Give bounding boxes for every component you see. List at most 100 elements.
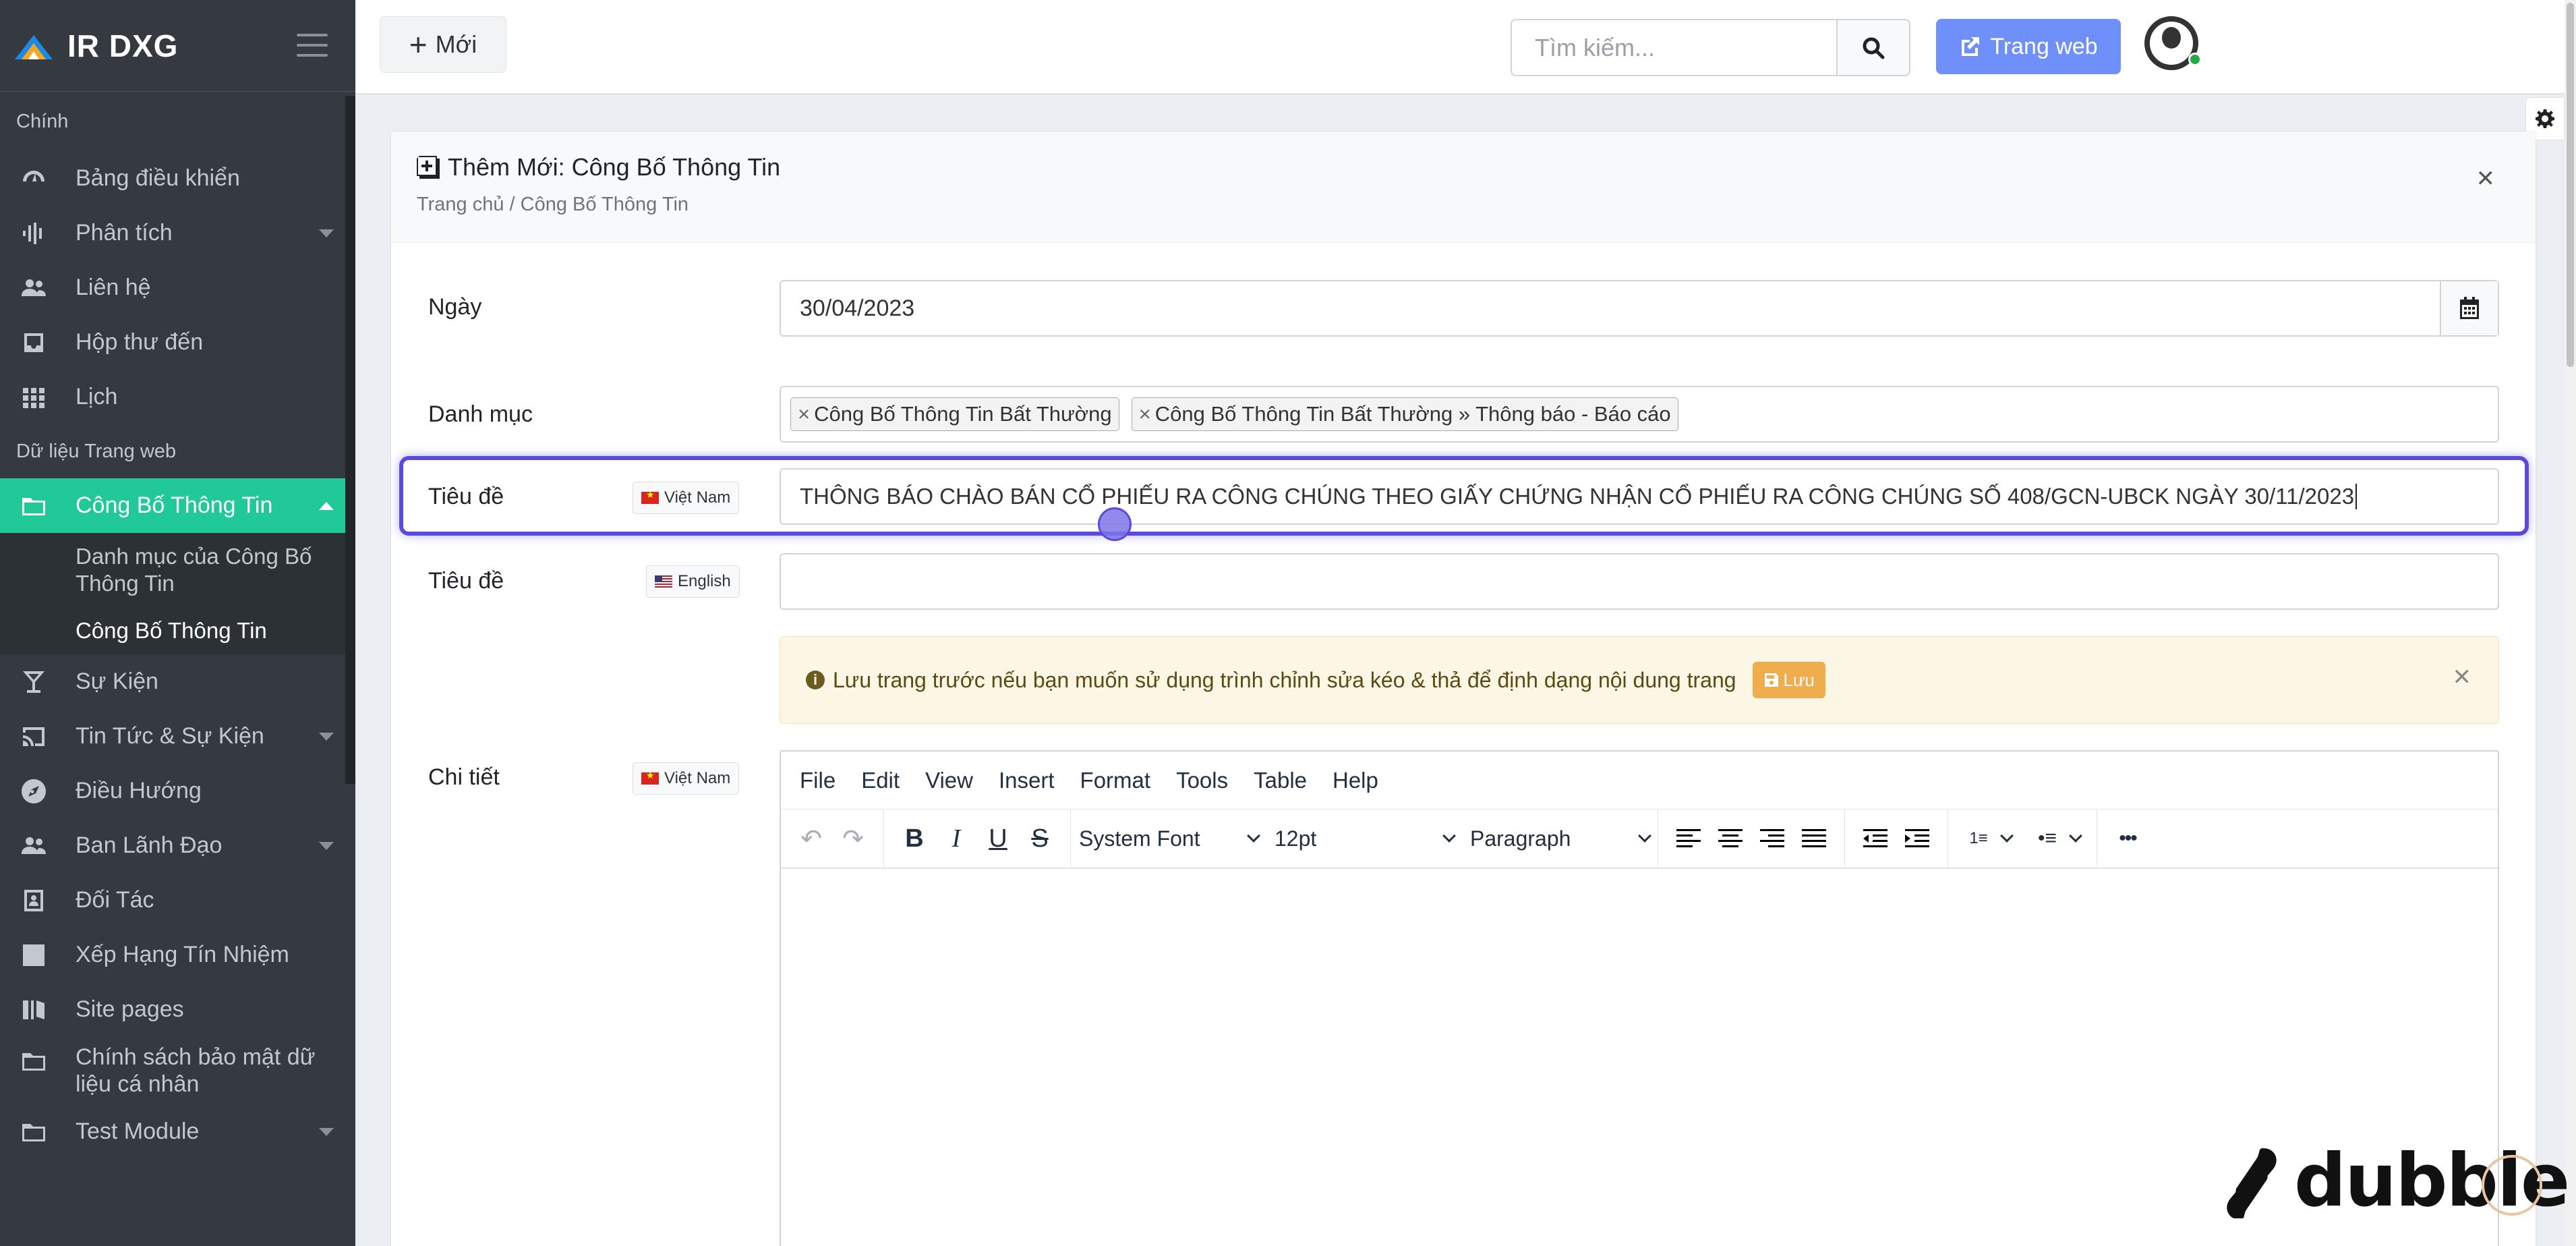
- menu-file[interactable]: File: [800, 768, 836, 793]
- waveform-icon: [19, 219, 49, 248]
- sidebar-item-partners[interactable]: Đối Tác: [0, 873, 355, 928]
- nav-header-main: Chính: [16, 110, 69, 132]
- sidebar-scrollbar[interactable]: [345, 96, 355, 784]
- sidebar-item-label: Lịch: [76, 384, 118, 409]
- title-en-input[interactable]: [780, 553, 2499, 610]
- editor-toolbar: ↶ ↷ B I U S System Font 12pt Paragraph 1…: [781, 809, 2498, 869]
- redo-icon[interactable]: ↷: [832, 818, 874, 859]
- remove-tag-icon[interactable]: ×: [798, 402, 810, 426]
- outdent-icon[interactable]: [1854, 818, 1896, 859]
- sidebar: IR DXG Chính Bảng điều khiển Phân tích L…: [0, 0, 355, 1246]
- category-select[interactable]: × Công Bố Thông Tin Bất Thường × Công Bố T…: [780, 386, 2499, 443]
- menu-help[interactable]: Help: [1333, 768, 1378, 793]
- plus-icon: +: [409, 27, 428, 62]
- sidebar-item-contacts[interactable]: Liên hệ: [0, 260, 355, 315]
- numbered-list-icon[interactable]: 1≡: [1958, 818, 1999, 859]
- title-vi-input[interactable]: THÔNG BÁO CHÀO BÁN CỔ PHIẾU RA CÔNG CHÚN…: [780, 468, 2499, 525]
- sidebar-item-analytics[interactable]: Phân tích: [0, 206, 355, 260]
- nav-header-web: Dữ liệu Trang web: [16, 440, 177, 462]
- users-icon: [19, 273, 49, 303]
- close-icon[interactable]: ✕: [2476, 165, 2496, 192]
- font-family-select[interactable]: System Font: [1071, 826, 1266, 851]
- category-tag[interactable]: × Công Bố Thông Tin Bất Thường » Thông bá…: [1131, 397, 1678, 431]
- sidebar-item-ratings[interactable]: Xếp Hạng Tín Nhiệm: [0, 928, 355, 982]
- sidebar-item-inbox[interactable]: Hộp thư đến: [0, 315, 355, 370]
- pointer-cursor: [1098, 507, 1132, 541]
- align-justify-icon[interactable]: [1793, 818, 1835, 859]
- inbox-icon: [19, 328, 49, 358]
- align-right-icon[interactable]: [1751, 818, 1793, 859]
- search-button[interactable]: [1836, 19, 1910, 76]
- sidebar-item-label: Xếp Hạng Tín Nhiệm: [76, 942, 289, 967]
- folder-icon: [19, 1117, 49, 1147]
- sidebar-item-events[interactable]: Sự Kiện: [0, 654, 355, 709]
- floppy-icon: [1764, 673, 1778, 687]
- brand-name: IR DXG: [67, 28, 179, 63]
- card-header: Thêm Mới: Công Bố Thông Tin Trang chủ / …: [391, 132, 2536, 243]
- undo-icon[interactable]: ↶: [790, 818, 832, 859]
- sidebar-item-leadership[interactable]: Ban Lãnh Đạo: [0, 818, 355, 873]
- gear-icon: [2536, 109, 2554, 128]
- underline-icon[interactable]: U: [977, 818, 1019, 859]
- sidebar-item-calendar[interactable]: Lịch: [0, 370, 355, 424]
- italic-icon[interactable]: I: [935, 818, 977, 859]
- sidebar-item-label: Công Bố Thông Tin: [76, 618, 267, 643]
- category-label: Danh mục: [428, 401, 533, 427]
- plus-square-icon: [417, 156, 440, 179]
- strikethrough-icon[interactable]: S: [1019, 818, 1061, 859]
- indent-icon[interactable]: [1896, 818, 1938, 859]
- chevron-down-icon: [1442, 829, 1456, 843]
- page-scrollbar[interactable]: [2565, 0, 2576, 1246]
- sidebar-subitem-categories[interactable]: Danh mục của Công Bố Thông Tin: [0, 533, 355, 607]
- page-title: Thêm Mới: Công Bố Thông Tin: [448, 153, 781, 181]
- detail-label: Chi tiết: [428, 764, 500, 790]
- topbar: + Mới: [355, 0, 2576, 94]
- dubble-record-circle: [2482, 1155, 2542, 1216]
- sidebar-item-label: Sự Kiện: [76, 669, 158, 694]
- caret-down-icon: [319, 732, 334, 741]
- menu-tools[interactable]: Tools: [1176, 768, 1228, 793]
- menu-format[interactable]: Format: [1080, 768, 1151, 793]
- menu-edit[interactable]: Edit: [861, 768, 900, 793]
- title-vi-value: THÔNG BÁO CHÀO BÁN CỔ PHIẾU RA CÔNG CHÚN…: [800, 484, 2355, 509]
- sidebar-subitem-disclosure[interactable]: Công Bố Thông Tin: [0, 607, 355, 654]
- menu-table[interactable]: Table: [1254, 768, 1307, 793]
- font-size-select[interactable]: 12pt: [1266, 826, 1462, 851]
- more-icon[interactable]: •••: [2107, 818, 2148, 859]
- menu-insert[interactable]: Insert: [999, 768, 1055, 793]
- sidebar-item-disclosure[interactable]: Công Bố Thông Tin: [0, 478, 355, 533]
- category-tag[interactable]: × Công Bố Thông Tin Bất Thường: [790, 397, 1119, 431]
- sidebar-item-privacy[interactable]: Chính sách bảo mật dữ liệu cá nhân: [0, 1037, 355, 1104]
- align-center-icon[interactable]: [1709, 818, 1751, 859]
- folder-icon: [19, 1046, 49, 1076]
- us-flag-icon: [655, 575, 672, 588]
- sidebar-item-dashboard[interactable]: Bảng điều khiển: [0, 151, 355, 206]
- chevron-down-icon[interactable]: [2000, 829, 2014, 843]
- save-button[interactable]: Lưu: [1752, 662, 1825, 698]
- sidebar-item-news[interactable]: Tin Tức & Sự Kiện: [0, 709, 355, 764]
- external-link-icon: [1962, 37, 1980, 56]
- new-button[interactable]: + Mới: [380, 16, 506, 73]
- align-left-icon[interactable]: [1668, 818, 1709, 859]
- menu-view[interactable]: View: [925, 768, 973, 793]
- search-input[interactable]: Tìm kiếm...: [1511, 19, 1840, 76]
- chevron-down-icon[interactable]: [2069, 829, 2082, 843]
- close-icon[interactable]: ✕: [2453, 664, 2472, 691]
- sidebar-item-navigation[interactable]: Điều Hướng: [0, 764, 355, 818]
- date-field[interactable]: 30/04/2023: [780, 280, 2499, 337]
- sidebar-item-label: Tin Tức & Sự Kiện: [76, 723, 264, 749]
- bullet-list-icon[interactable]: •≡: [2026, 818, 2068, 859]
- sidebar-item-label: Site pages: [76, 996, 184, 1022]
- bold-icon[interactable]: B: [894, 818, 935, 859]
- sidebar-item-test-module[interactable]: Test Module: [0, 1104, 355, 1159]
- remove-tag-icon[interactable]: ×: [1139, 402, 1151, 426]
- menu-toggle-icon[interactable]: [297, 34, 328, 57]
- sidebar-item-site-pages[interactable]: Site pages: [0, 982, 355, 1037]
- block-format-select[interactable]: Paragraph: [1462, 826, 1658, 851]
- breadcrumb[interactable]: Trang chủ / Công Bố Thông Tin: [417, 194, 2510, 216]
- signature-icon: [19, 940, 49, 970]
- website-button[interactable]: Trang web: [1936, 19, 2121, 74]
- sidebar-item-label: Đối Tác: [76, 887, 154, 913]
- chevron-down-icon: [1638, 829, 1651, 843]
- calendar-icon[interactable]: [2440, 281, 2498, 335]
